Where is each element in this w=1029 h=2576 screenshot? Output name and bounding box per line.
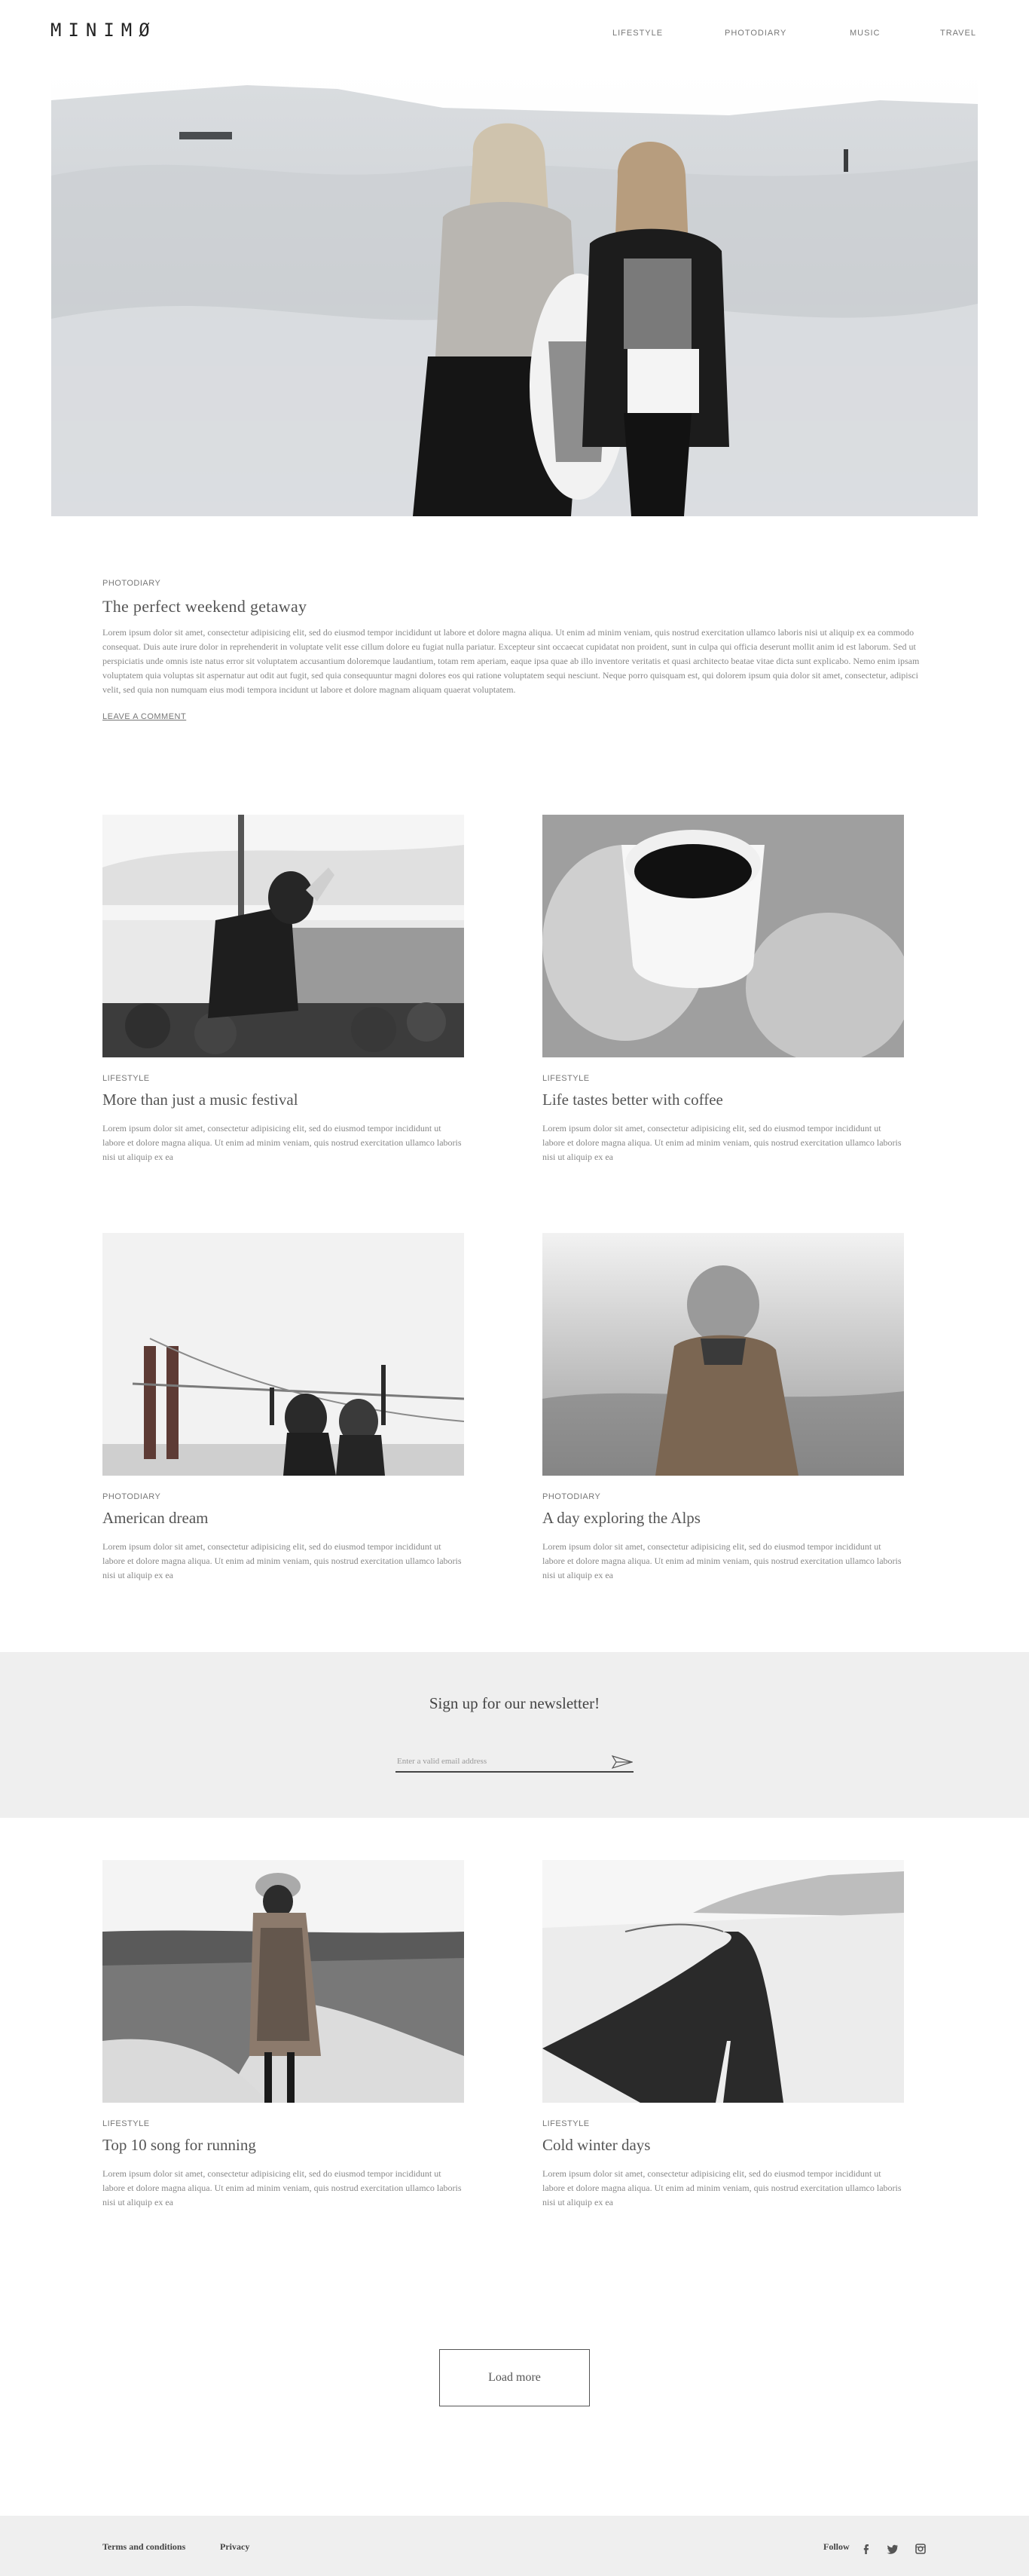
privacy-link[interactable]: Privacy	[220, 2541, 249, 2553]
post-category[interactable]: LIFESTYLE	[542, 2119, 904, 2128]
post-category[interactable]: LIFESTYLE	[542, 1074, 904, 1083]
follow-label: Follow	[823, 2541, 850, 2552]
post-card: LIFESTYLE Life tastes better with coffee…	[542, 815, 904, 1164]
post-category[interactable]: LIFESTYLE	[102, 1074, 464, 1083]
nav-item-photodiary[interactable]: PHOTODIARY	[725, 29, 786, 38]
post-image[interactable]	[102, 1860, 464, 2103]
post-image[interactable]	[542, 1860, 904, 2103]
facebook-icon[interactable]	[859, 2541, 874, 2556]
post-excerpt: Lorem ipsum dolor sit amet, consectetur …	[102, 627, 920, 695]
terms-link[interactable]: Terms and conditions	[102, 2541, 185, 2553]
newsletter-email-input[interactable]	[395, 1751, 634, 1773]
post-card: LIFESTYLE Top 10 song for running Lorem …	[102, 1860, 464, 2210]
post-title[interactable]: More than just a music festival	[102, 1091, 464, 1109]
post-excerpt: Lorem ipsum dolor sit amet, consectetur …	[102, 1123, 462, 1162]
leave-comment-link[interactable]: LEAVE A COMMENT	[102, 712, 186, 721]
post-category[interactable]: PHOTODIARY	[102, 1492, 464, 1501]
nav-item-lifestyle[interactable]: LIFESTYLE	[612, 29, 663, 38]
newsletter-submit-button[interactable]	[611, 1755, 634, 1770]
post-image[interactable]	[102, 815, 464, 1057]
post-excerpt: Lorem ipsum dolor sit amet, consectetur …	[102, 1541, 462, 1580]
nav-item-music[interactable]: MUSIC	[850, 29, 880, 38]
post-title[interactable]: Life tastes better with coffee	[542, 1091, 904, 1109]
instagram-icon[interactable]	[913, 2541, 928, 2556]
featured-post: PHOTODIARY The perfect weekend getaway L…	[102, 579, 927, 723]
post-excerpt: Lorem ipsum dolor sit amet, consectetur …	[542, 2168, 902, 2207]
post-image[interactable]	[542, 815, 904, 1057]
nav-item-travel[interactable]: TRAVEL	[940, 29, 976, 38]
post-category[interactable]: LIFESTYLE	[102, 2119, 464, 2128]
post-title[interactable]: Top 10 song for running	[102, 2136, 464, 2155]
twitter-icon[interactable]	[885, 2541, 900, 2556]
site-header: MINIMØ LIFESTYLE PHOTODIARY MUSIC TRAVEL	[0, 0, 1029, 68]
post-card: LIFESTYLE More than just a music festiva…	[102, 815, 464, 1164]
post-image[interactable]	[542, 1233, 904, 1476]
site-footer: Terms and conditions Privacy Follow	[0, 2516, 1029, 2576]
post-category[interactable]: PHOTODIARY	[542, 1492, 904, 1501]
post-title[interactable]: American dream	[102, 1509, 464, 1528]
post-excerpt: Lorem ipsum dolor sit amet, consectetur …	[542, 1541, 902, 1580]
paper-plane-icon	[611, 1755, 634, 1770]
hero-image[interactable]	[51, 70, 978, 516]
post-excerpt: Lorem ipsum dolor sit amet, consectetur …	[542, 1123, 902, 1162]
post-title[interactable]: A day exploring the Alps	[542, 1509, 904, 1528]
post-card: LIFESTYLE Cold winter days Lorem ipsum d…	[542, 1860, 904, 2210]
post-excerpt: Lorem ipsum dolor sit amet, consectetur …	[102, 2168, 462, 2207]
newsletter-title: Sign up for our newsletter!	[429, 1694, 600, 1712]
post-image[interactable]	[102, 1233, 464, 1476]
newsletter-section: Sign up for our newsletter!	[0, 1652, 1029, 1818]
post-card: PHOTODIARY American dream Lorem ipsum do…	[102, 1233, 464, 1583]
post-title[interactable]: The perfect weekend getaway	[102, 597, 927, 616]
post-card: PHOTODIARY A day exploring the Alps Lore…	[542, 1233, 904, 1583]
post-title[interactable]: Cold winter days	[542, 2136, 904, 2155]
load-more-button[interactable]: Load more	[439, 2349, 590, 2406]
post-category[interactable]: PHOTODIARY	[102, 579, 927, 588]
site-logo[interactable]: MINIMØ	[50, 20, 157, 41]
